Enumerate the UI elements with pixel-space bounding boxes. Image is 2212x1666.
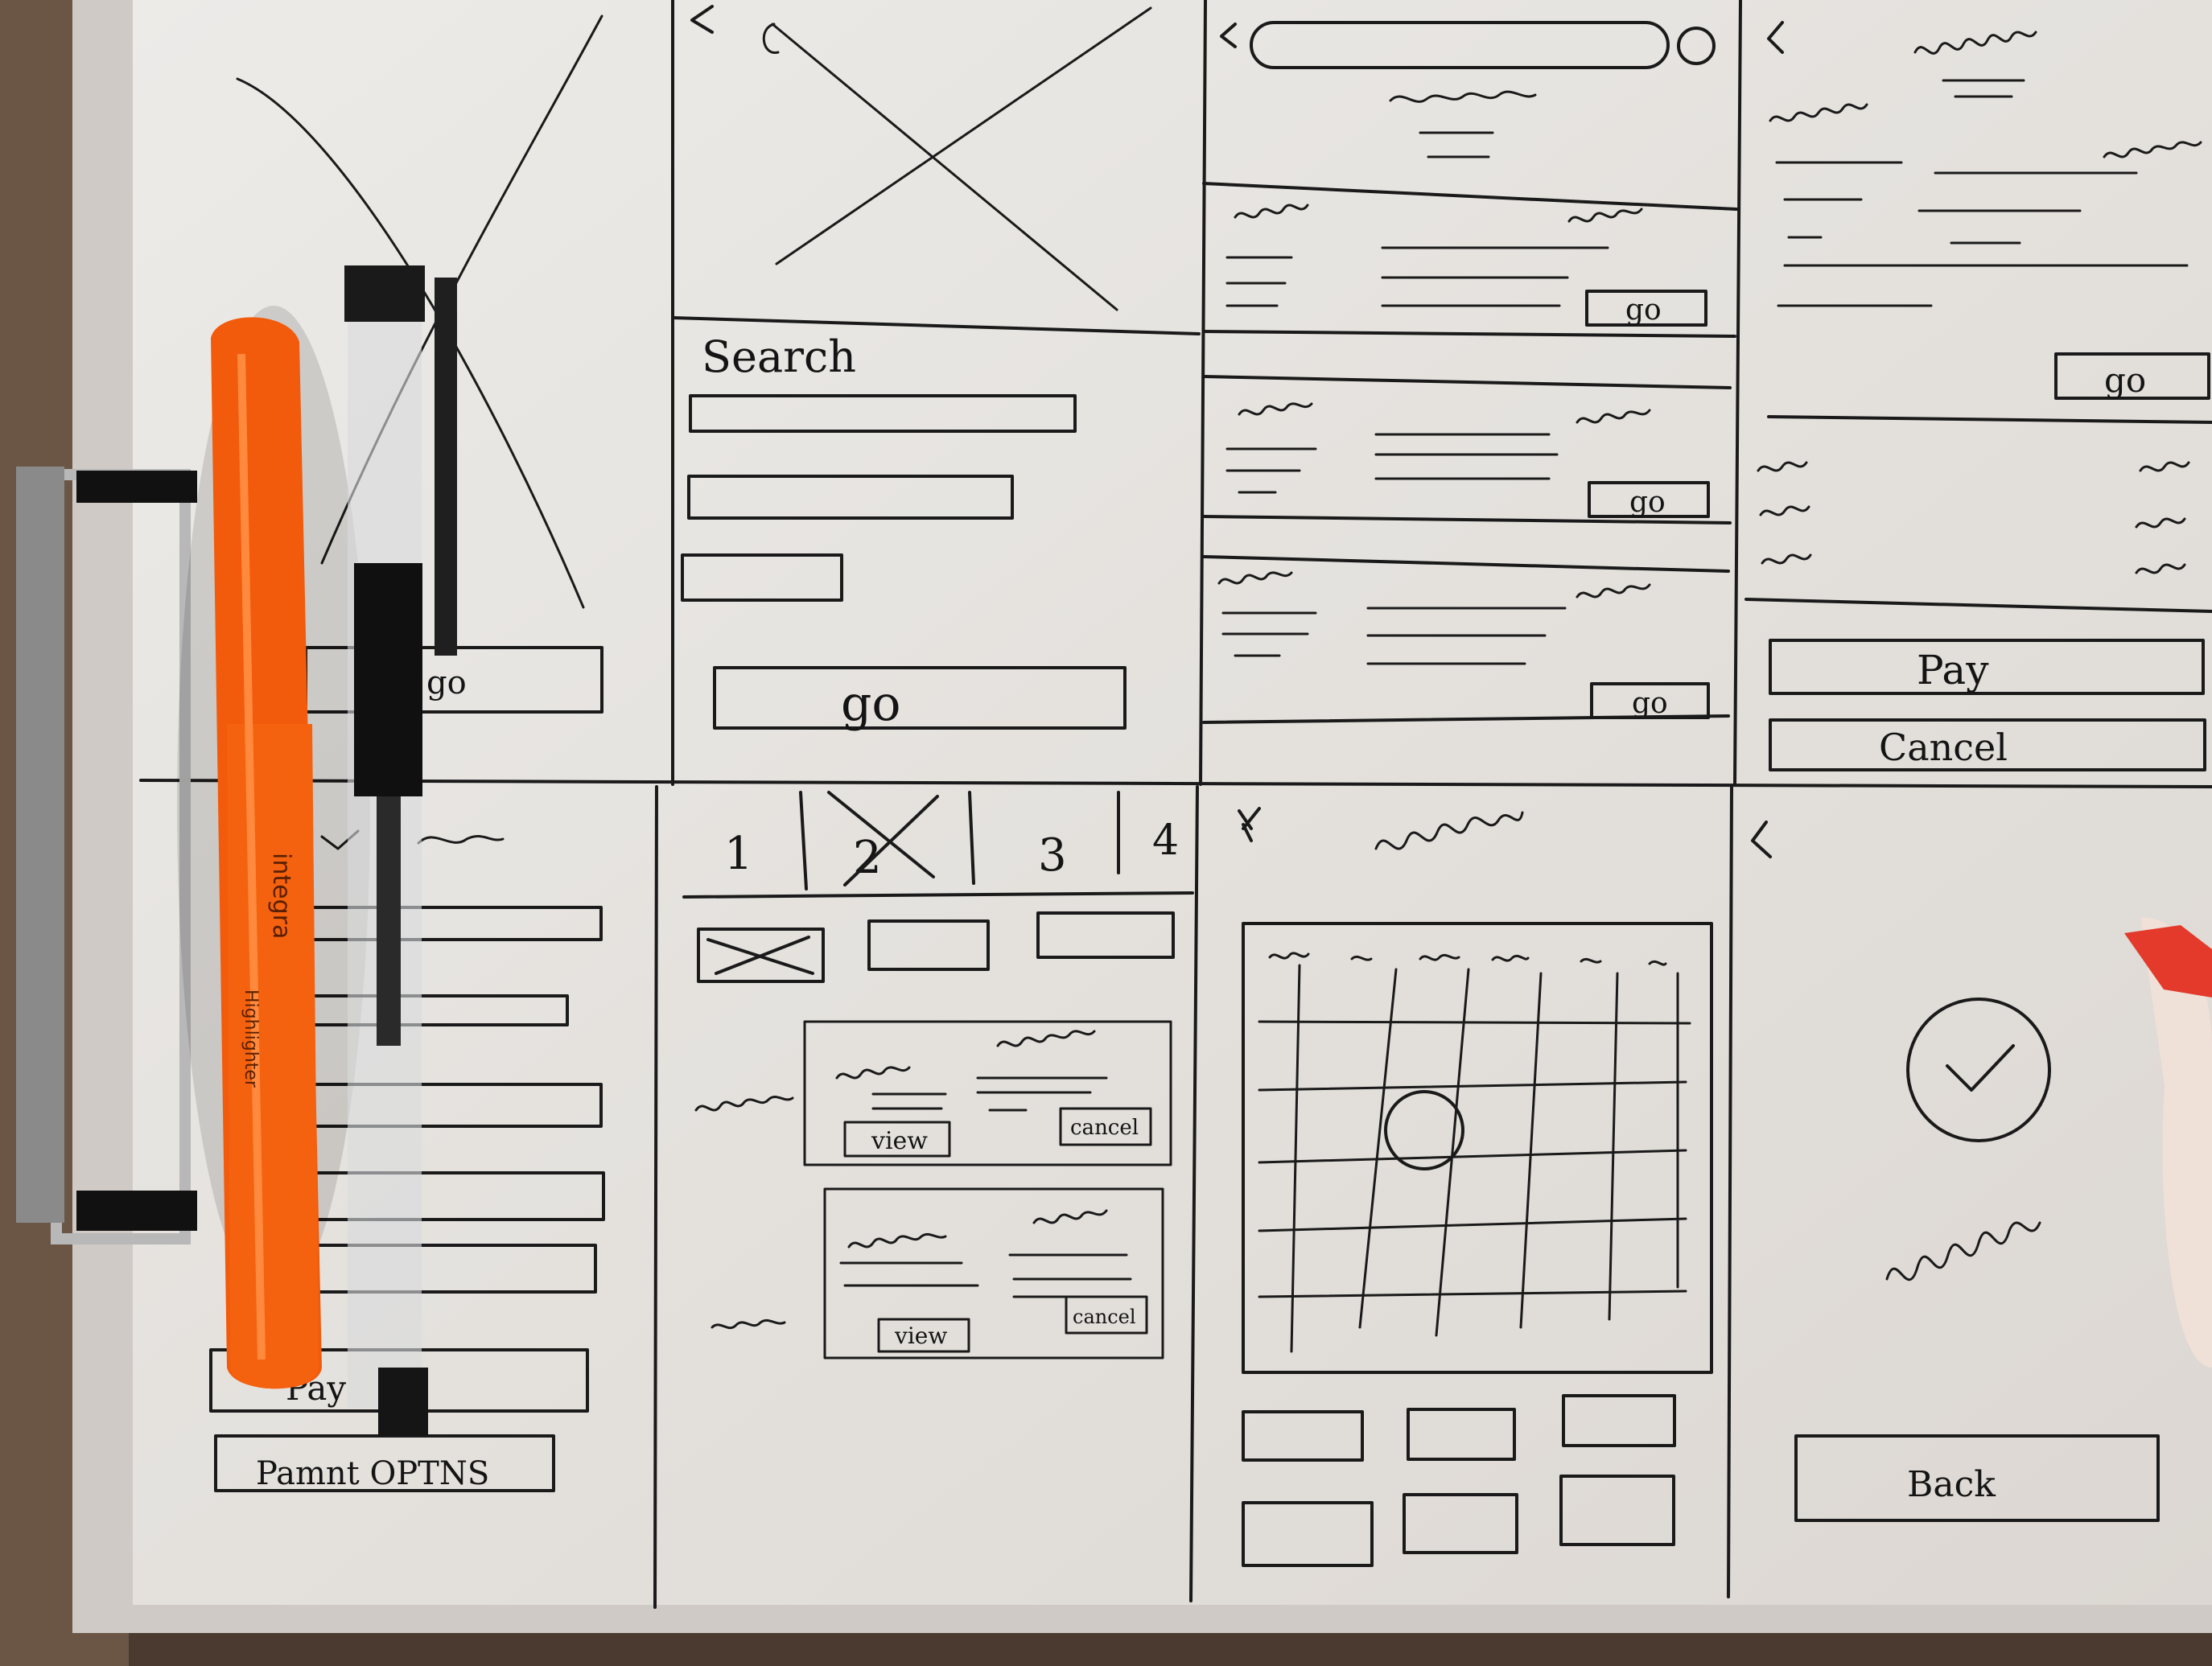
tab-3-label[interactable]: 3	[1038, 829, 1067, 882]
sketch-board: go Pay Pamnt OPTNS Search go go go go go…	[0, 0, 2212, 1666]
result-go-label: go	[1632, 687, 1668, 720]
search-heading: Search	[702, 331, 856, 382]
payment-options-label: Pamnt OPTNS	[256, 1455, 489, 1492]
tab-2-label[interactable]: 2	[853, 832, 882, 884]
detail-go-label: go	[2104, 360, 2146, 400]
cancel-button-label: Cancel	[1879, 726, 2008, 769]
highlighter-caption: Highlighter	[241, 989, 261, 1088]
view-button-label: view	[894, 1323, 947, 1349]
search-go-label: go	[841, 676, 901, 732]
cancel-booking-label: cancel	[1070, 1116, 1139, 1140]
back-button-label: Back	[1907, 1464, 1996, 1505]
result-go-label: go	[1625, 294, 1662, 327]
tab-1-label[interactable]: 1	[724, 828, 753, 880]
cancel-booking-label: cancel	[1073, 1306, 1136, 1328]
paper-sheet	[133, 0, 2212, 1605]
tab-4-label[interactable]: 4	[1152, 817, 1179, 865]
result-go-label: go	[1629, 486, 1666, 519]
highlighter-brand: integra	[267, 853, 295, 939]
view-button-label: view	[871, 1127, 928, 1155]
go-button-label: go	[426, 664, 467, 701]
pay-button-label: Pay	[1917, 647, 1989, 693]
